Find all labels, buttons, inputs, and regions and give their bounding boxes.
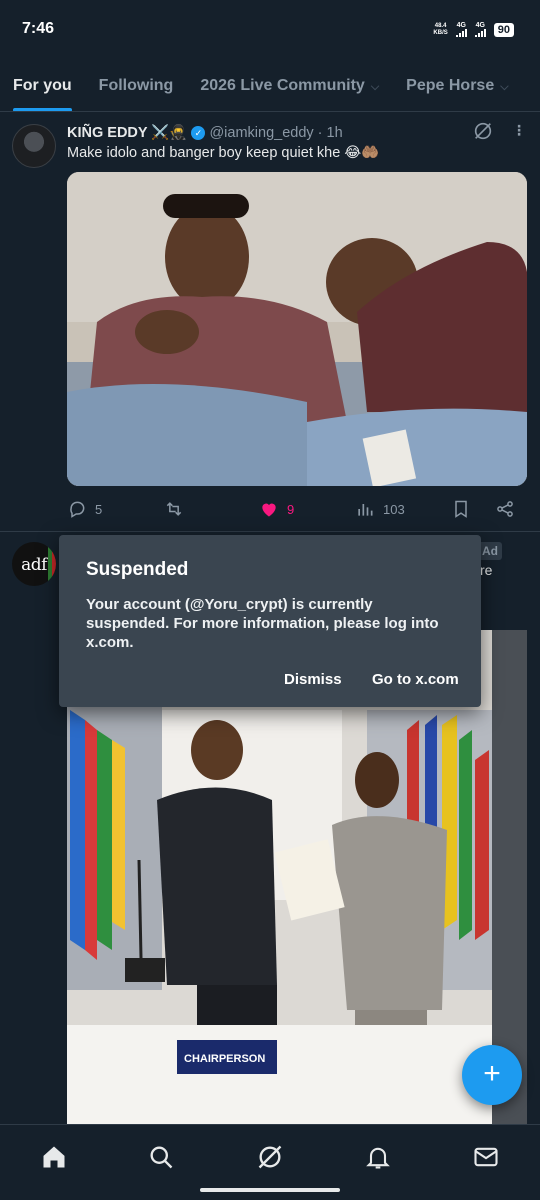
retweet-icon (166, 502, 182, 516)
tab-2026-live-community[interactable]: 2026 Live Community ⌵ (200, 58, 380, 111)
home-indicator (200, 1188, 340, 1192)
ad-badge: Ad (478, 542, 502, 560)
chevron-down-icon: ⌵ (500, 80, 509, 93)
tweet-time: · 1h (317, 124, 343, 141)
battery-icon: 90 (493, 22, 514, 37)
bookmark-icon (455, 500, 467, 518)
grok-icon[interactable] (472, 120, 494, 142)
suspended-dialog: Suspended Your account (@Yoru_crypt) is … (59, 535, 481, 707)
home-icon[interactable] (40, 1143, 68, 1171)
dismiss-button[interactable]: Dismiss (284, 671, 342, 688)
views-chart-icon (358, 504, 373, 516)
status-icons: 48.4 KB/S 4G 4G 90 (433, 22, 514, 37)
tweet-image[interactable] (67, 172, 527, 486)
reply-button[interactable]: 5 (67, 499, 102, 519)
photo-two-men-laughing (67, 172, 527, 486)
reply-icon (70, 501, 85, 518)
retweet-button[interactable] (163, 499, 185, 519)
chevron-down-icon: ⌵ (370, 80, 380, 93)
tab-for-you[interactable]: For you (13, 58, 72, 111)
dialog-title: Suspended (86, 559, 189, 580)
views-button[interactable]: 103 (355, 499, 405, 519)
compose-button[interactable]: + (462, 1045, 522, 1105)
search-icon[interactable] (147, 1143, 175, 1171)
go-to-xcom-button[interactable]: Go to x.com (372, 671, 459, 688)
dialog-message: Your account (@Yoru_crypt) is currently … (86, 596, 439, 651)
bookmark-button[interactable] (451, 499, 471, 519)
microphone-base-icon (125, 958, 165, 982)
more-options-icon[interactable]: ⋮ (512, 122, 526, 139)
heart-icon (262, 503, 276, 517)
avatar[interactable] (12, 124, 56, 168)
share-icon (497, 501, 513, 517)
tweet[interactable]: KIÑG EDDY ⚔️🥷 ✓ @iamking_eddy · 1h Make … (0, 112, 540, 532)
share-button[interactable] (495, 499, 515, 519)
verified-badge-icon: ✓ (191, 125, 206, 140)
notifications-icon[interactable] (364, 1143, 392, 1171)
signal-icon: 4G (474, 22, 486, 37)
status-bar: 7:46 48.4 KB/S 4G 4G 90 (0, 0, 540, 58)
author-name[interactable]: KIÑG EDDY ⚔️🥷 (67, 124, 187, 141)
advertiser-logo[interactable]: adf (12, 542, 56, 586)
timeline-tabs: For you Following 2026 Live Community ⌵ P… (0, 58, 540, 112)
svg-text:CHAIRPERSON: CHAIRPERSON (184, 1053, 265, 1065)
tab-following[interactable]: Following (99, 58, 174, 111)
tab-pepe-horse[interactable]: Pepe Horse ⌵ (406, 58, 509, 111)
tweet-actions: 5 9 103 (67, 499, 527, 521)
messages-icon[interactable] (472, 1143, 500, 1171)
grok-icon[interactable] (256, 1143, 284, 1171)
author-handle: @iamking_eddy (209, 124, 314, 141)
status-time: 7:46 (22, 20, 55, 37)
like-button[interactable]: 9 (259, 499, 294, 519)
tweet-text: Make idolo and banger boy keep quiet khe… (67, 145, 380, 161)
tweet-header: KIÑG EDDY ⚔️🥷 ✓ @iamking_eddy · 1h (67, 124, 343, 142)
ad-text-fragment: re (480, 562, 493, 578)
network-speed: 48.4 KB/S (433, 22, 448, 36)
signal-icon: 4G (455, 22, 467, 37)
